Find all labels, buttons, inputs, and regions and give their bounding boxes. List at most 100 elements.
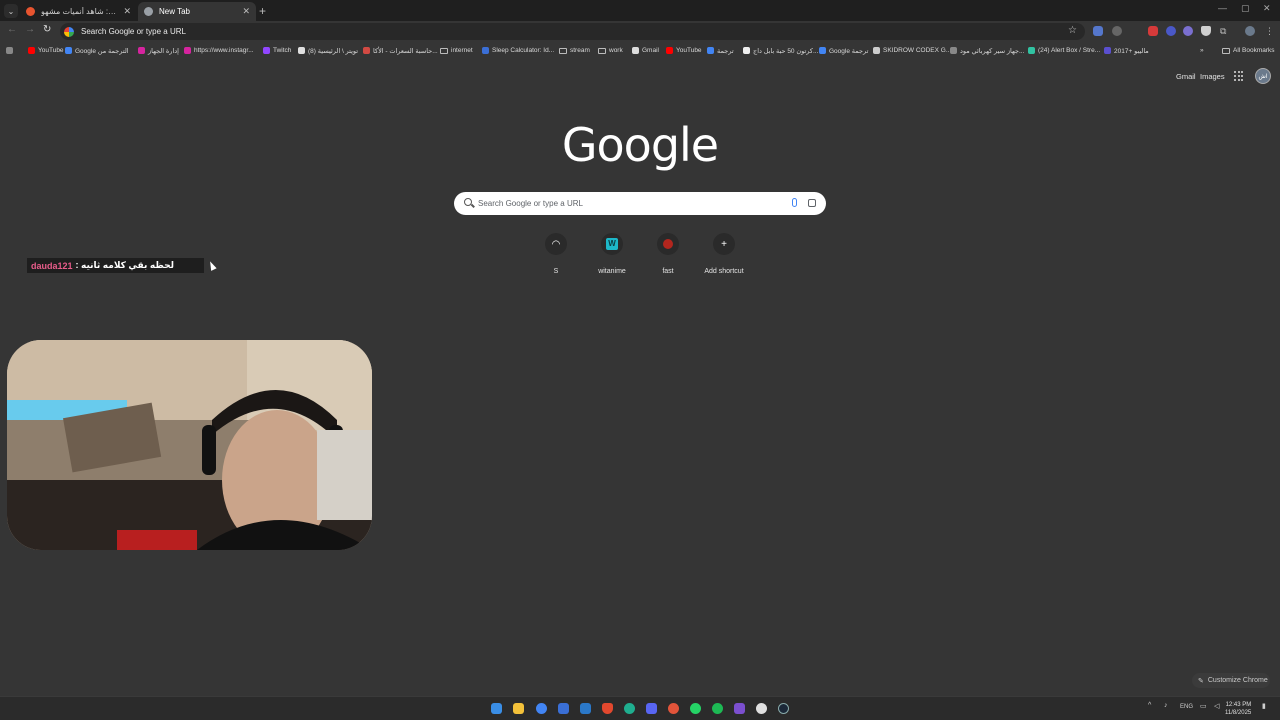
bookmark-item[interactable]: stream	[559, 45, 590, 56]
shortcut-fast[interactable]: fast	[643, 233, 693, 275]
voice-search-icon[interactable]	[792, 198, 797, 207]
skull-icon	[873, 47, 880, 54]
bookmark-label: Google ترجمة	[829, 47, 869, 55]
bookmark-label: ماليبو +2017	[1114, 47, 1149, 55]
brave-icon[interactable]	[602, 703, 613, 714]
bookmark-item[interactable]: Gmail	[632, 45, 659, 56]
start-icon[interactable]	[491, 703, 502, 714]
windows-taskbar: ^ ♪ ENG ▭ ◁ 12:43 PM 11/8/2025 ▮	[0, 696, 1280, 720]
bookmark-item[interactable]: (24) Alert Box / Stre...	[1028, 45, 1100, 56]
obs-icon[interactable]	[756, 703, 767, 714]
shortcut-label: Add shortcut	[704, 268, 744, 275]
profile-avatar-icon[interactable]	[1245, 26, 1255, 36]
add-shortcut-button[interactable]: + Add shortcut	[699, 233, 749, 275]
folder-icon	[598, 47, 606, 54]
volume-icon[interactable]: ◁	[1214, 702, 1219, 710]
tab-search-button[interactable]: ⌄	[4, 4, 18, 18]
back-icon[interactable]: ←	[7, 24, 17, 35]
bookmark-item[interactable]: حاسبة السعرات - الأكا...	[363, 45, 438, 56]
bookmark-item[interactable]: Twitch	[263, 45, 291, 56]
bookmarks-overflow-button[interactable]: »	[1200, 45, 1204, 56]
search-box[interactable]	[454, 192, 826, 215]
close-tab-icon[interactable]: ✕	[242, 6, 250, 17]
new-tab-button[interactable]: +	[259, 4, 266, 18]
steam-icon[interactable]	[778, 703, 789, 714]
bookmark-item[interactable]: كرتون 50 حبة بابل داج...	[743, 45, 818, 56]
tray-overflow-icon[interactable]: ^	[1148, 702, 1151, 709]
bookmark-item[interactable]: ترجمة	[707, 45, 734, 56]
restore-icon[interactable]: ▢	[1241, 3, 1250, 14]
minimize-icon[interactable]: —	[1218, 3, 1227, 13]
shield-icon[interactable]	[1201, 26, 1211, 36]
extension-icon[interactable]	[1166, 26, 1176, 36]
gmail-link[interactable]: Gmail	[1176, 72, 1196, 81]
youtube-icon	[28, 47, 35, 54]
images-link[interactable]: Images	[1200, 72, 1225, 81]
bookmark-item[interactable]: إدارة الجهاز	[138, 45, 179, 56]
omnibox-text: Search Google or type a URL	[81, 27, 186, 36]
search-icon	[464, 198, 472, 206]
page-icon	[950, 47, 957, 54]
extensions-puzzle-icon[interactable]: ⧉	[1220, 26, 1226, 37]
bookmark-item[interactable]: https://www.instagr...	[184, 45, 254, 56]
extension-icon[interactable]	[1183, 26, 1193, 36]
extension-icon[interactable]	[1148, 26, 1158, 36]
bookmark-label: internet	[451, 47, 473, 54]
more-menu-icon[interactable]: ⋮	[1265, 26, 1274, 37]
customize-chrome-button[interactable]: ✎ Customize Chrome	[1192, 673, 1270, 688]
chrome-icon[interactable]	[536, 703, 547, 714]
account-avatar[interactable]: اش	[1255, 68, 1271, 84]
bookmark-item[interactable]: (8) تويتر \ الرئيسية	[298, 45, 358, 56]
network-icon[interactable]: ▭	[1200, 702, 1207, 710]
app-icon[interactable]	[668, 703, 679, 714]
bookmark-item[interactable]: work	[598, 45, 623, 56]
bookmark-item[interactable]: ماليبو +2017	[1104, 45, 1149, 56]
clock-time: 12:43 PM	[1225, 702, 1252, 708]
bookmark-label: Twitch	[273, 47, 292, 54]
language-indicator[interactable]: ENG	[1180, 704, 1193, 710]
tab-new-tab[interactable]: New Tab ✕	[138, 2, 256, 21]
google-apps-icon[interactable]	[1234, 71, 1244, 81]
bookmark-label: جهاز سير كهربائي مود...	[960, 47, 1025, 55]
reload-icon[interactable]: ↻	[43, 24, 51, 35]
forward-icon[interactable]: →	[25, 24, 35, 35]
apps-shortcut-icon[interactable]	[6, 45, 16, 56]
bookmark-item[interactable]: SKIDROW CODEX G...	[873, 45, 951, 56]
app-icon[interactable]	[580, 703, 591, 714]
bookmark-star-icon[interactable]: ☆	[1068, 25, 1077, 36]
clock-date: 11/8/2025	[1225, 710, 1252, 716]
folder-icon	[559, 47, 567, 54]
bookmark-item[interactable]: Google ترجمة	[819, 45, 868, 56]
clock[interactable]: 12:43 PM 11/8/2025	[1225, 701, 1251, 717]
omnibox[interactable]: Search Google or type a URL ☆	[60, 23, 1085, 40]
bookmark-label: (24) Alert Box / Stre...	[1038, 47, 1101, 54]
file-explorer-icon[interactable]	[513, 703, 524, 714]
bookmark-item[interactable]: YouTube	[28, 45, 64, 56]
search-input[interactable]	[478, 196, 778, 211]
spotify-icon[interactable]	[712, 703, 723, 714]
bookmark-label: YouTube	[38, 47, 64, 54]
witanime-icon: W	[601, 233, 623, 255]
bookmark-item[interactable]: Google الترجمة من	[65, 45, 129, 56]
discord-icon[interactable]	[646, 703, 657, 714]
tab-kirashi[interactable]: كراشي رول: شاهد أنميات مشهو... ✕	[20, 2, 137, 21]
microphone-icon[interactable]: ♪	[1164, 702, 1168, 709]
bookmark-item[interactable]: internet	[440, 45, 473, 56]
calc-icon	[363, 47, 370, 54]
close-tab-icon[interactable]: ✕	[123, 6, 131, 17]
shortcut-witanime[interactable]: W witanime	[587, 233, 637, 275]
bookmark-item[interactable]: جهاز سير كهربائي مود...	[950, 45, 1024, 56]
bookmark-item[interactable]: Sleep Calculator: Id...	[482, 45, 554, 56]
whatsapp-icon[interactable]	[690, 703, 701, 714]
extension-icon[interactable]	[1112, 26, 1122, 36]
notifications-icon[interactable]: ▮	[1262, 702, 1266, 710]
google-lens-icon[interactable]	[808, 199, 816, 207]
edge-icon[interactable]	[624, 703, 635, 714]
app-icon[interactable]	[734, 703, 745, 714]
close-window-icon[interactable]: ✕	[1263, 3, 1271, 14]
app-icon[interactable]	[558, 703, 569, 714]
bookmark-item[interactable]: YouTube	[666, 45, 702, 56]
all-bookmarks-button[interactable]: All Bookmarks	[1222, 45, 1275, 56]
translate-extension-icon[interactable]	[1093, 26, 1103, 36]
shortcut-s[interactable]: ◠ S	[531, 233, 581, 275]
